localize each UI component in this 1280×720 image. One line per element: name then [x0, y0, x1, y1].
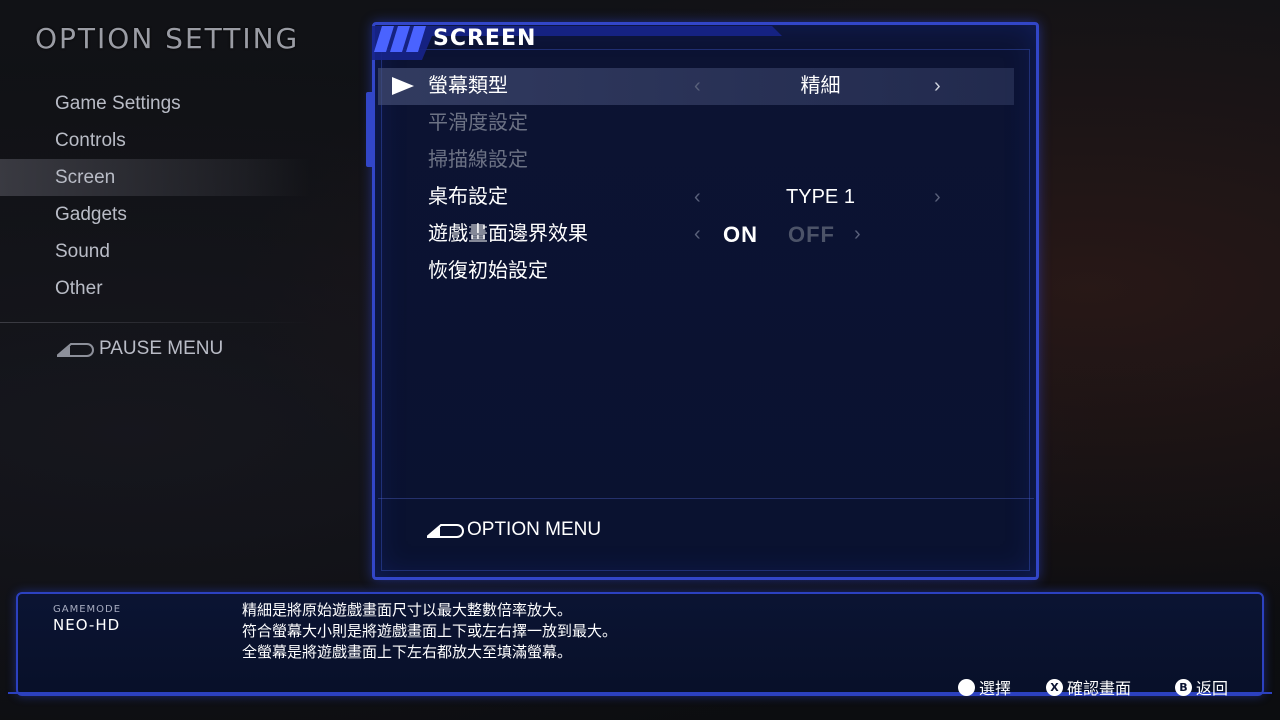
setting-row-wallpaper[interactable]: 桌布設定 ‹ TYPE 1 › — [378, 179, 1014, 216]
chevron-left-icon[interactable]: ‹ — [694, 68, 701, 105]
chevron-left-icon[interactable]: ‹ — [694, 216, 701, 253]
setting-label: 恢復初始設定 — [428, 260, 548, 282]
setting-label: 遊戲畫面邊界效果 — [428, 223, 588, 245]
hint-label: 返回 — [1196, 679, 1229, 698]
setting-value: TYPE 1 — [786, 186, 855, 208]
chevron-left-icon[interactable]: ‹ — [694, 179, 701, 216]
x-button-icon: X — [1046, 678, 1063, 696]
option-on[interactable]: ON — [723, 216, 758, 253]
left-divider — [0, 322, 310, 323]
setting-label: 螢幕類型 — [428, 75, 508, 97]
b-button-icon: B — [1175, 678, 1192, 696]
option-setting-title: OPTION SETTING — [35, 22, 300, 55]
setting-label: 桌布設定 — [428, 186, 508, 208]
menu-item-other[interactable]: Other — [0, 270, 310, 307]
option-menu-label: OPTION MENU — [467, 519, 602, 540]
setting-label: 掃描線設定 — [428, 149, 528, 171]
menu-item-controls[interactable]: Controls — [0, 122, 310, 159]
selection-cursor-icon — [392, 77, 414, 95]
back-icon — [427, 524, 464, 538]
option-menu-button[interactable]: OPTION MENU — [427, 517, 601, 543]
setting-value: 精細 — [800, 75, 841, 97]
menu-item-screen[interactable]: Screen — [0, 159, 310, 196]
panel-footer-divider — [378, 498, 1034, 499]
menu-item-sound[interactable]: Sound — [0, 233, 310, 270]
hint-label: 選擇 — [979, 679, 1012, 698]
help-line: 全螢幕是將遊戲畫面上下左右都放大至填滿螢幕。 — [242, 643, 573, 661]
chevron-right-icon[interactable]: › — [854, 216, 861, 253]
settings-list: 螢幕類型 ‹ 精細 › 平滑度設定 掃描線設定 桌布設定 ‹ TYPE 1 › … — [378, 68, 1014, 290]
back-icon — [57, 343, 94, 357]
gamemode-label: GAMEMODE — [53, 604, 122, 615]
panel-side-notch — [366, 92, 374, 167]
chevron-right-icon[interactable]: › — [934, 68, 941, 105]
panel-title: SCREEN — [433, 26, 537, 51]
hint-confirm-screen[interactable]: X 確認畫面 — [1046, 676, 1131, 698]
setting-row-smoothing[interactable]: 平滑度設定 — [378, 105, 1014, 142]
setting-row-border-effect[interactable]: 遊戲畫面邊界效果 ‹ ON OFF › — [378, 216, 1014, 253]
menu-item-gadgets[interactable]: Gadgets — [0, 196, 310, 233]
pause-menu-label: PAUSE MENU — [99, 338, 224, 359]
option-off[interactable]: OFF — [788, 216, 835, 253]
hint-label: 確認畫面 — [1067, 679, 1132, 698]
setting-row-screen-type[interactable]: 螢幕類型 ‹ 精細 › — [378, 68, 1014, 105]
pause-menu-button[interactable]: PAUSE MENU — [57, 336, 223, 362]
hint-back[interactable]: B 返回 — [1175, 676, 1228, 698]
chevron-right-icon[interactable]: › — [934, 179, 941, 216]
circle-button-icon — [958, 678, 975, 696]
help-line: 精細是將原始遊戲畫面尺寸以最大整數倍率放大。 — [242, 601, 573, 619]
gamemode-name: NEO-HD — [53, 616, 121, 634]
help-line: 符合螢幕大小則是將遊戲畫面上下或左右擇一放到最大。 — [242, 622, 618, 640]
help-text: 精細是將原始遊戲畫面尺寸以最大整數倍率放大。 符合螢幕大小則是將遊戲畫面上下或左… — [242, 600, 617, 663]
setting-row-scanlines[interactable]: 掃描線設定 — [378, 142, 1014, 179]
menu-item-game-settings[interactable]: Game Settings — [0, 85, 310, 122]
option-category-menu: Game Settings Controls Screen Gadgets So… — [0, 85, 310, 307]
setting-label: 平滑度設定 — [428, 112, 528, 134]
hint-select[interactable]: 選擇 — [958, 676, 1011, 698]
setting-row-reset-defaults[interactable]: 恢復初始設定 — [378, 253, 1014, 290]
